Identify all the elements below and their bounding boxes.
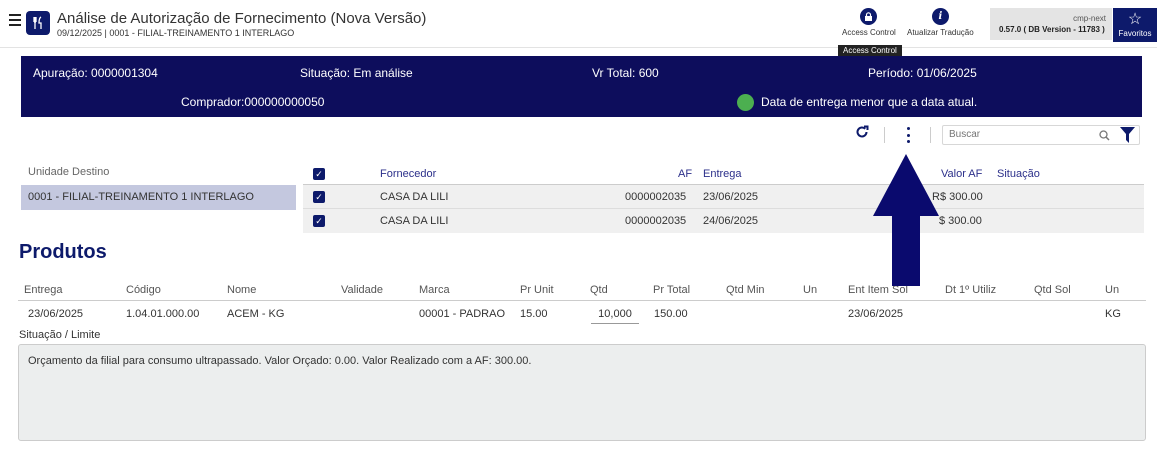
cell-ent-item-sol: 23/06/2025 xyxy=(848,308,904,320)
search-field[interactable] xyxy=(942,125,1140,145)
favorites-button[interactable]: ☆ Favoritos xyxy=(1113,8,1157,42)
col-codigo: Código xyxy=(126,284,161,296)
filter-icon[interactable] xyxy=(1120,127,1135,148)
af-number: 0000002035 xyxy=(625,215,687,227)
status-indicator xyxy=(737,94,754,111)
col-qtd-sol: Qtd Sol xyxy=(1034,284,1071,296)
version-info: cmp-next 0.57.0 ( DB Version - 11783 ) xyxy=(990,8,1112,40)
toolbar-divider xyxy=(930,127,931,143)
refresh-icon[interactable] xyxy=(855,125,869,144)
toolbar-divider xyxy=(884,127,885,143)
col-validade: Validade xyxy=(341,284,383,296)
cell-marca: 00001 - PADRAO xyxy=(419,308,506,320)
col-situacao: Situação xyxy=(997,168,1040,180)
col-entrega: Entrega xyxy=(703,168,742,180)
periodo: Período: 01/06/2025 xyxy=(868,66,977,80)
cell-entrega: 23/06/2025 xyxy=(28,308,84,320)
col-marca: Marca xyxy=(419,284,450,296)
comprador: Comprador:000000000050 xyxy=(181,95,325,109)
fornecedor-name: CASA DA LILI xyxy=(380,215,449,227)
valor-af: R$ 300.00 xyxy=(932,191,983,203)
row-checkbox[interactable]: ✓ xyxy=(313,215,325,227)
restaurant-icon xyxy=(26,11,50,35)
col-un-2: Un xyxy=(1105,284,1120,296)
select-all-checkbox[interactable]: ✓ xyxy=(313,168,325,180)
apuracao: Apuração: 0000001304 xyxy=(33,66,158,80)
situacao-limite-text: Orçamento da filial para consumo ultrapa… xyxy=(18,344,1146,441)
menu-icon[interactable] xyxy=(9,14,21,28)
table-row[interactable]: ✓ CASA DA LILI 0000002035 23/06/2025 R$ … xyxy=(303,185,1144,209)
table-header-row: ✓ Fornecedor AF Entrega Valor AF Situaçã… xyxy=(303,162,1144,185)
lock-icon xyxy=(860,8,878,25)
access-control-label: Access Control xyxy=(842,28,896,37)
col-qtd: Qtd xyxy=(590,284,608,296)
situacao: Situação: Em análise xyxy=(300,66,413,80)
update-translation-label: Atualizar Tradução xyxy=(907,28,974,37)
info-icon: i xyxy=(931,8,949,25)
row-checkbox[interactable]: ✓ xyxy=(313,191,325,203)
page-title: Análise de Autorização de Fornecimento (… xyxy=(57,10,427,27)
more-options-icon[interactable] xyxy=(906,127,911,143)
col-pr-unit: Pr Unit xyxy=(520,284,554,296)
valor-af: $ 300.00 xyxy=(939,215,982,227)
access-control-button[interactable]: Access Control xyxy=(842,8,896,37)
cell-un-2: KG xyxy=(1105,308,1121,320)
fornecedor-name: CASA DA LILI xyxy=(380,191,449,203)
qtd-input[interactable]: 10,000 xyxy=(591,304,639,324)
version-label: 0.57.0 ( DB Version - 11783 ) xyxy=(999,25,1105,34)
col-un: Un xyxy=(803,284,818,296)
summary-panel: Apuração: 0000001304 Situação: Em anális… xyxy=(21,56,1142,117)
af-number: 0000002035 xyxy=(625,191,687,203)
col-fornecedor: Fornecedor xyxy=(380,168,437,180)
col-pr-total: Pr Total xyxy=(653,284,691,296)
produtos-header-row: Entrega Código Nome Validade Marca Pr Un… xyxy=(18,280,1146,301)
favorites-label: Favoritos xyxy=(1118,29,1152,38)
arrow-up-icon xyxy=(873,154,939,286)
col-af: AF xyxy=(678,168,693,180)
col-valor-af: Valor AF xyxy=(941,168,983,180)
cell-pr-total: 150.00 xyxy=(654,308,688,320)
search-input[interactable] xyxy=(949,129,1099,140)
entrega-date: 24/06/2025 xyxy=(703,215,759,227)
fornecedor-table: ✓ Fornecedor AF Entrega Valor AF Situaçã… xyxy=(303,162,1144,233)
top-bar: Análise de Autorização de Fornecimento (… xyxy=(0,0,1157,48)
produtos-title: Produtos xyxy=(19,241,107,263)
unidade-destino-item[interactable]: 0001 - FILIAL-TREINAMENTO 1 INTERLAGO xyxy=(21,185,296,210)
search-icon[interactable] xyxy=(1099,128,1110,146)
col-dt-utiliz: Dt 1º Utiliz xyxy=(945,284,997,296)
unidade-destino-header: Unidade Destino xyxy=(28,166,110,178)
entrega-date: 23/06/2025 xyxy=(703,191,759,203)
vr-total: Vr Total: 600 xyxy=(592,66,659,80)
cell-codigo: 1.04.01.000.00 xyxy=(126,308,200,320)
table-row[interactable]: ✓ CASA DA LILI 0000002035 24/06/2025 $ 3… xyxy=(303,209,1144,233)
col-nome: Nome xyxy=(227,284,257,296)
env-name: cmp-next xyxy=(1073,14,1106,23)
tooltip: Access Control xyxy=(838,45,902,56)
star-icon: ☆ xyxy=(1127,11,1143,28)
table-row[interactable]: 23/06/2025 1.04.01.000.00 ACEM - KG 0000… xyxy=(18,304,1146,326)
status-message: Data de entrega menor que a data atual. xyxy=(761,95,978,109)
col-qtd-min: Qtd Min xyxy=(726,284,765,296)
col-entrega: Entrega xyxy=(24,284,63,296)
situacao-limite-label: Situação / Limite xyxy=(19,329,101,341)
page-subtitle: 09/12/2025 | 0001 - FILIAL-TREINAMENTO 1… xyxy=(57,28,295,38)
cell-nome: ACEM - KG xyxy=(227,308,285,320)
cell-pr-unit: 15.00 xyxy=(520,308,548,320)
update-translation-button[interactable]: i Atualizar Tradução xyxy=(907,8,974,37)
